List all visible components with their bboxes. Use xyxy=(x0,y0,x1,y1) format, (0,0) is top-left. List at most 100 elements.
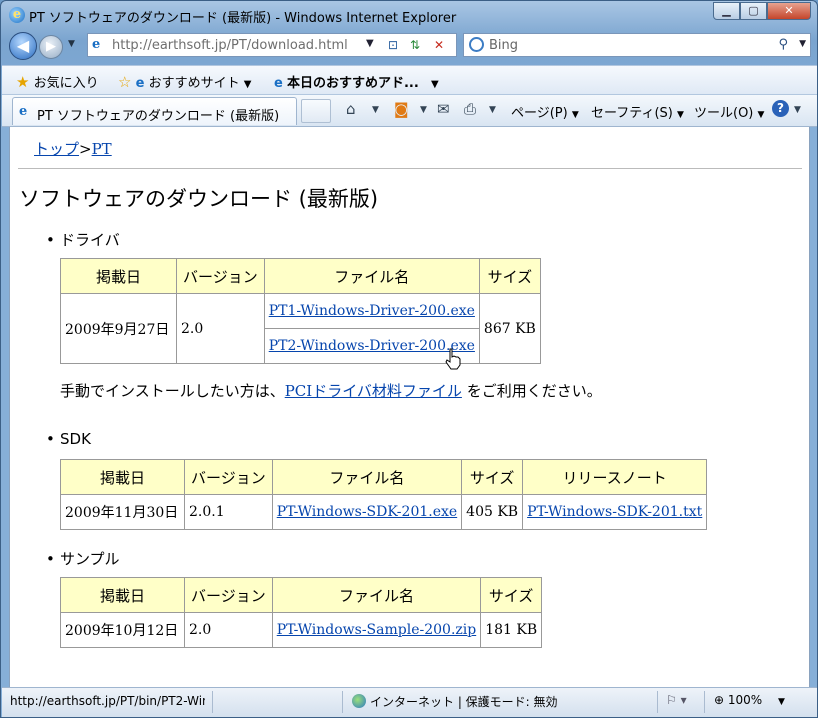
security-zone[interactable]: インターネット | 保護モード: 無効 xyxy=(352,693,558,710)
refresh-icon[interactable]: ⇅ xyxy=(406,37,424,54)
search-icon[interactable]: ⚲ xyxy=(778,37,788,52)
cell-size: 405 KB xyxy=(461,494,524,530)
manual-install-note: 手動でインストールしたい方は、PCIドライバ材料ファイル をご利用ください。 xyxy=(60,380,602,401)
page-favicon-icon: e xyxy=(19,104,28,119)
pci-driver-files-link[interactable]: PCIドライバ材料ファイル xyxy=(285,382,462,400)
column-header-file: ファイル名 xyxy=(271,577,482,613)
favorites-item-label: 本日のおすすめアド... xyxy=(286,76,419,91)
title-bar[interactable]: e PT ソフトウェアのダウンロード (最新版) - Windows Inter… xyxy=(1,1,817,29)
column-header-file: ファイル名 xyxy=(271,459,463,495)
divider xyxy=(18,168,802,169)
ie-icon: e xyxy=(135,76,145,91)
column-header-file: ファイル名 xyxy=(263,258,480,294)
download-link-sample[interactable]: PT-Windows-Sample-200.zip xyxy=(277,622,477,638)
chevron-down-icon[interactable]: ▼ xyxy=(489,105,496,115)
divider xyxy=(342,691,343,713)
tools-menu[interactable]: ツール(O) ▼ xyxy=(694,102,764,121)
protected-mode-icon[interactable]: ⚐ ▾ xyxy=(666,693,687,707)
cell-file: PT-Windows-Sample-200.zip xyxy=(271,612,482,648)
mail-icon[interactable]: ✉ xyxy=(437,100,450,118)
home-icon[interactable]: ⌂ xyxy=(346,100,356,118)
zoom-control[interactable]: ⊕ 100% ▼ xyxy=(714,693,785,707)
search-dropdown-icon[interactable]: ▼ xyxy=(799,39,806,49)
ie-icon: e xyxy=(274,76,283,91)
section-driver-heading: • ドライバ xyxy=(46,231,120,249)
table-row: 2009年9月27日 2.0 PT1-Windows-Driver-200.ex… xyxy=(60,293,541,364)
back-button[interactable]: ◀ xyxy=(9,32,37,60)
recent-pages-dropdown-icon[interactable]: ▼ xyxy=(68,39,75,49)
forward-button[interactable]: ▶ xyxy=(39,35,63,59)
globe-icon xyxy=(352,694,366,708)
table-row: 2009年11月30日 2.0.1 PT-Windows-SDK-201.exe… xyxy=(60,494,708,530)
cell-size: 181 KB xyxy=(480,612,543,648)
table-row: 2009年10月12日 2.0 PT-Windows-Sample-200.zi… xyxy=(60,612,543,648)
favorites-bar: ★ お気に入り ☆ e おすすめサイト ▼ e 本日のおすすめアド... ▼ xyxy=(2,65,817,95)
rss-feed-icon[interactable]: ◙ xyxy=(394,100,409,118)
table-header-row: 掲載日 バージョン ファイル名 サイズ xyxy=(60,577,543,613)
section-label: ドライバ xyxy=(60,231,120,249)
breadcrumb-link-pt[interactable]: PT xyxy=(92,140,112,158)
favorites-item-recommended[interactable]: ☆ e おすすめサイト ▼ xyxy=(118,72,251,91)
search-input[interactable]: Bing xyxy=(489,38,518,53)
column-header-date: 掲載日 xyxy=(60,577,185,613)
divider xyxy=(704,691,705,713)
cell-date: 2009年9月27日 xyxy=(60,293,177,364)
note-text: 手動でインストールしたい方は、 xyxy=(60,382,285,400)
column-header-date: 掲載日 xyxy=(60,459,185,495)
download-link-sdk[interactable]: PT-Windows-SDK-201.exe xyxy=(277,504,457,520)
close-window-button[interactable]: ✕ xyxy=(767,2,811,20)
cell-file: PT-Windows-SDK-201.exe xyxy=(271,494,463,530)
address-url[interactable]: http://earthsoft.jp/PT/download.html xyxy=(112,38,348,53)
minimize-button[interactable]: ▁ xyxy=(713,2,740,20)
table-header-row: 掲載日 バージョン ファイル名 サイズ xyxy=(60,258,541,294)
hand-cursor-icon xyxy=(445,348,461,370)
divider xyxy=(212,691,213,713)
zoom-icon: ⊕ xyxy=(714,693,725,707)
zoom-level: 100% xyxy=(727,693,763,707)
star-icon: ★ xyxy=(16,73,30,91)
new-tab-button[interactable] xyxy=(301,99,331,123)
favorites-item-daily[interactable]: e 本日のおすすめアド... ▼ xyxy=(274,72,439,91)
maximize-button[interactable]: ▢ xyxy=(740,2,767,20)
note-text: をご利用ください。 xyxy=(466,382,602,400)
breadcrumb: トップ>PT xyxy=(34,138,112,159)
address-bar[interactable]: e http://earthsoft.jp/PT/download.html ▼… xyxy=(87,33,457,57)
window-controls: ▁ ▢ ✕ xyxy=(713,2,811,20)
tab-and-command-bar: e PT ソフトウェアのダウンロード (最新版) ⌂ ▼ ◙ ▼ ✉ ⎙ ▼ ペ… xyxy=(2,95,817,127)
column-header-size: サイズ xyxy=(478,258,541,294)
bing-icon xyxy=(469,37,484,52)
security-zone-label: インターネット | 保護モード: 無効 xyxy=(370,695,558,709)
status-bar: http://earthsoft.jp/PT/bin/PT2-Windows-D… xyxy=(2,687,817,717)
breadcrumb-link-top[interactable]: トップ xyxy=(34,140,79,158)
chevron-down-icon[interactable]: ▼ xyxy=(372,105,379,115)
browser-window: e PT ソフトウェアのダウンロード (最新版) - Windows Inter… xyxy=(0,0,818,718)
chevron-down-icon: ▼ xyxy=(676,110,684,120)
tab-label: PT ソフトウェアのダウンロード (最新版) xyxy=(37,109,280,124)
divider xyxy=(657,691,658,713)
release-notes-link[interactable]: PT-Windows-SDK-201.txt xyxy=(527,504,702,520)
section-label: SDK xyxy=(60,430,91,448)
section-sdk-heading: • SDK xyxy=(46,430,91,448)
help-icon[interactable]: ? xyxy=(772,100,789,117)
compatibility-view-icon[interactable]: ⊡ xyxy=(384,37,402,54)
safety-menu[interactable]: セーフティ(S) ▼ xyxy=(591,102,684,121)
stop-icon[interactable]: ✕ xyxy=(430,37,448,54)
cell-size: 867 KB xyxy=(478,293,541,364)
cell-release-notes: PT-Windows-SDK-201.txt xyxy=(522,494,708,530)
chevron-down-icon: ▼ xyxy=(571,110,579,120)
download-link-pt1-driver[interactable]: PT1-Windows-Driver-200.exe xyxy=(269,303,475,319)
chevron-down-icon[interactable]: ▼ xyxy=(420,105,427,115)
search-box[interactable]: Bing ⚲ ▼ xyxy=(463,33,811,57)
favorites-button[interactable]: ★ お気に入り xyxy=(16,72,99,91)
column-header-release-notes: リリースノート xyxy=(522,459,708,495)
column-header-version: バージョン xyxy=(176,258,265,294)
chevron-down-icon: ▼ xyxy=(243,79,252,90)
page-menu[interactable]: ページ(P) ▼ xyxy=(511,102,579,121)
chevron-down-icon[interactable]: ▼ xyxy=(794,105,801,115)
tab-current[interactable]: e PT ソフトウェアのダウンロード (最新版) xyxy=(12,97,297,125)
print-icon[interactable]: ⎙ xyxy=(464,100,476,118)
tools-menu-label: ツール(O) xyxy=(694,106,754,121)
address-dropdown-icon[interactable]: ▼ xyxy=(366,38,374,49)
safety-menu-label: セーフティ(S) xyxy=(591,106,673,121)
cell-date: 2009年10月12日 xyxy=(60,612,185,648)
